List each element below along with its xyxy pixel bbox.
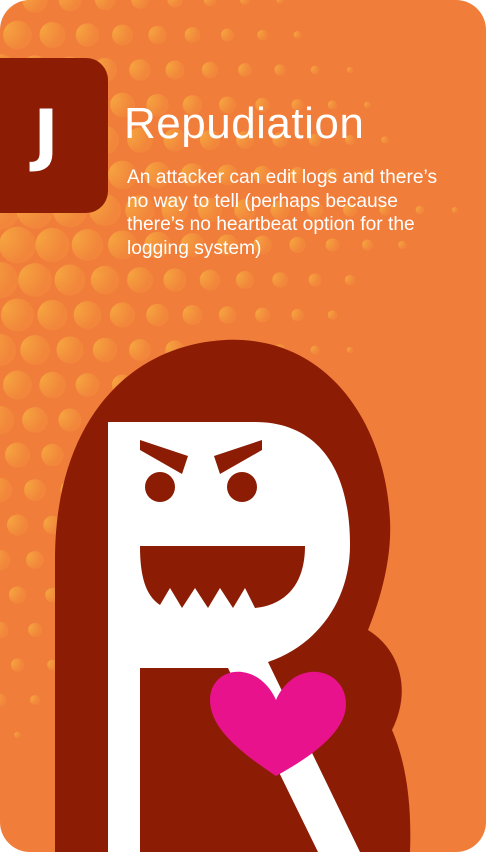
- threat-card: J Repudiation An attacker can edit logs …: [0, 0, 486, 852]
- left-eye: [145, 472, 175, 502]
- hooded-letter-r-monster-icon: [55, 339, 411, 852]
- right-eye: [227, 472, 257, 502]
